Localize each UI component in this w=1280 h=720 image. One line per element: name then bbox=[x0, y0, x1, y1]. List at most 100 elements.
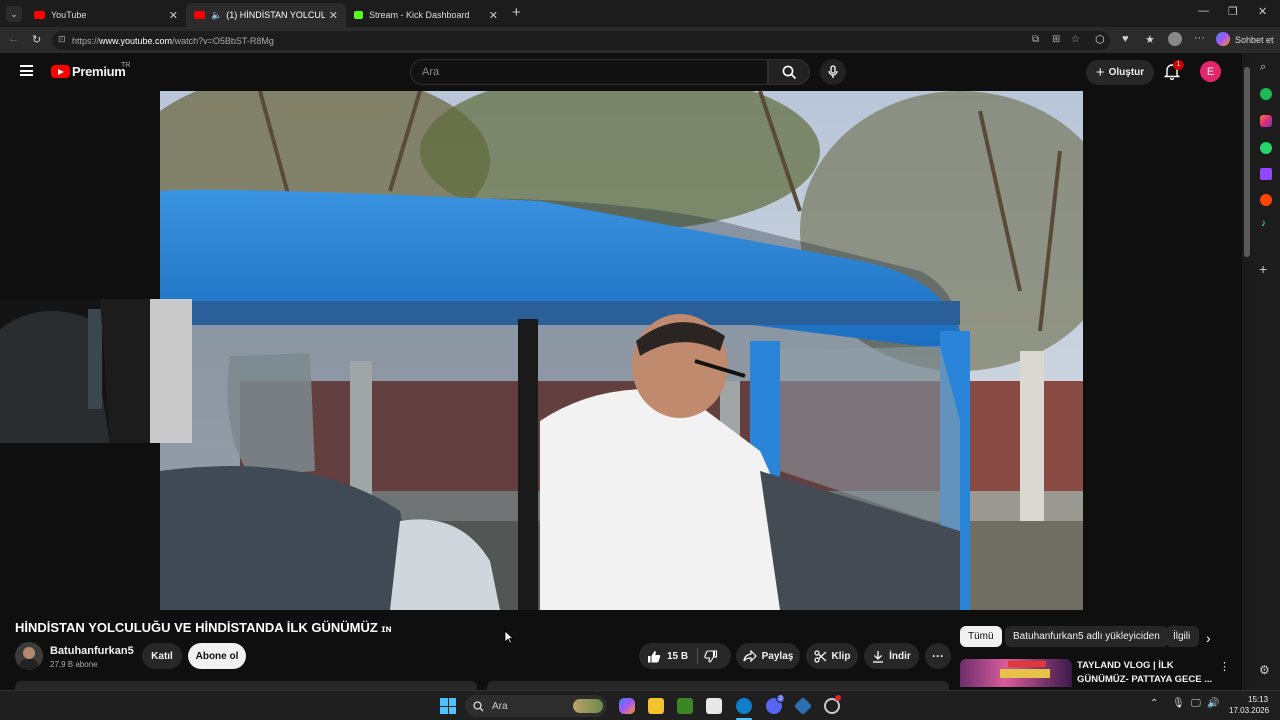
page-scrollbar[interactable] bbox=[1242, 53, 1252, 690]
chip-all[interactable]: Tümü bbox=[960, 626, 1002, 647]
chip-from-uploader[interactable]: Batuhanfurkan5 adlı yükleyiciden bbox=[1005, 626, 1168, 647]
subscribe-button[interactable]: Abone ol bbox=[188, 643, 246, 669]
youtube-premium-logo-text[interactable]: Premium bbox=[72, 64, 126, 79]
minecraft-icon[interactable] bbox=[677, 698, 693, 714]
new-tab-plus-icon[interactable]: + bbox=[512, 4, 521, 21]
reddit-icon[interactable] bbox=[1260, 194, 1272, 206]
twitch-icon[interactable] bbox=[1260, 168, 1272, 180]
speaker-icon[interactable]: 🔈 bbox=[211, 10, 222, 21]
hamburger-menu-icon[interactable] bbox=[20, 65, 33, 76]
close-tab-icon[interactable]: ✕ bbox=[169, 9, 178, 22]
channel-avatar[interactable] bbox=[15, 642, 43, 670]
like-button[interactable]: 15 B bbox=[647, 650, 688, 663]
comments-box[interactable] bbox=[487, 681, 949, 690]
url-field[interactable]: ⊡ https://www.youtube.com/watch?v=O5BbST… bbox=[52, 31, 1110, 50]
close-window-icon[interactable]: ✕ bbox=[1258, 5, 1267, 18]
avatar-letter: E bbox=[1206, 65, 1215, 78]
more-actions-button[interactable]: ··· bbox=[925, 643, 951, 669]
spotify-icon[interactable] bbox=[1260, 88, 1272, 100]
mouse-cursor-icon bbox=[504, 630, 514, 644]
share-button[interactable]: Paylaş bbox=[736, 643, 800, 669]
apps-icon[interactable]: ⊞ bbox=[1052, 34, 1060, 45]
reload-icon[interactable]: ↻ bbox=[32, 33, 41, 46]
tray-network-icon[interactable]: 🖵 bbox=[1191, 698, 1201, 709]
restore-icon[interactable]: ❐ bbox=[1228, 5, 1238, 18]
clock-time[interactable]: 15:13 bbox=[1248, 695, 1268, 704]
whatsapp-icon[interactable] bbox=[1260, 142, 1272, 154]
tab-kick-dashboard[interactable]: Stream - Kick Dashboard ✕ bbox=[346, 3, 506, 27]
clock-date[interactable]: 17.03.2026 bbox=[1229, 706, 1269, 715]
video-player[interactable] bbox=[160, 91, 1083, 610]
performance-icon[interactable]: ♥ bbox=[1122, 33, 1129, 45]
search-input[interactable]: Ara bbox=[410, 59, 768, 85]
more-options-icon[interactable]: ··· bbox=[1194, 32, 1205, 44]
tray-mic-icon[interactable]: 🎙 bbox=[1172, 698, 1185, 709]
tray-expand-chevron-icon[interactable]: ⌃ bbox=[1150, 698, 1158, 709]
tray-volume-icon[interactable]: 🔊 bbox=[1207, 698, 1219, 709]
instagram-icon[interactable] bbox=[1260, 115, 1272, 127]
file-explorer-icon[interactable] bbox=[648, 698, 664, 714]
tab-label: YouTube bbox=[51, 10, 87, 20]
description-box[interactable] bbox=[15, 681, 477, 690]
app-diamond-icon[interactable] bbox=[793, 696, 813, 716]
share-arrow-icon bbox=[743, 650, 757, 662]
tiktok-icon[interactable]: ♪ bbox=[1261, 218, 1266, 229]
search-icon bbox=[782, 65, 796, 79]
close-tab-icon[interactable]: ✕ bbox=[329, 9, 338, 22]
sidebar-settings-gear-icon[interactable]: ⚙ bbox=[1259, 663, 1270, 677]
microsoft-store-icon[interactable] bbox=[706, 698, 722, 714]
favorite-star-icon[interactable]: ☆ bbox=[1071, 34, 1080, 45]
add-sidebar-app-icon[interactable]: + bbox=[1259, 261, 1267, 277]
search-highlight-icon bbox=[573, 699, 603, 713]
account-avatar[interactable]: E bbox=[1200, 61, 1221, 82]
translate-icon[interactable]: ⧉ bbox=[1032, 34, 1039, 45]
search-button[interactable] bbox=[768, 59, 810, 85]
recommended-title-line1[interactable]: TAYLAND VLOG | İLK bbox=[1077, 660, 1174, 671]
copilot-label[interactable]: Sohbet et bbox=[1235, 35, 1274, 45]
like-count: 15 B bbox=[667, 650, 689, 662]
edge-taskbar-icon[interactable] bbox=[736, 698, 752, 714]
youtube-logo-icon[interactable] bbox=[51, 65, 70, 78]
video-title: HİNDİSTAN YOLCULUĞU VE HİNDİSTANDA İLK G… bbox=[15, 620, 392, 635]
download-button[interactable]: İndir bbox=[864, 643, 919, 669]
tab-label: Stream - Kick Dashboard bbox=[369, 10, 470, 20]
channel-name[interactable]: Batuhanfurkan5 bbox=[50, 645, 134, 657]
voice-search-button[interactable] bbox=[820, 59, 846, 85]
thumbs-up-icon bbox=[648, 650, 661, 662]
scrollbar-thumb[interactable] bbox=[1244, 67, 1250, 257]
windows-start-icon[interactable] bbox=[440, 698, 456, 714]
clip-button[interactable]: Klip bbox=[806, 643, 858, 669]
extensions-icon[interactable]: ⬡ bbox=[1095, 33, 1105, 46]
sidebar-search-icon[interactable]: ⌕ bbox=[1260, 61, 1266, 74]
copilot-taskbar-icon[interactable] bbox=[619, 698, 635, 714]
tab-video-active[interactable]: 🔈 (1) HİNDİSTAN YOLCULUĞU VE ✕ bbox=[186, 3, 346, 27]
chip-related[interactable]: İlgili bbox=[1165, 626, 1199, 647]
minimize-icon[interactable]: — bbox=[1198, 5, 1209, 17]
site-info-icon[interactable]: ⊡ bbox=[58, 34, 66, 45]
join-button[interactable]: Katıl bbox=[142, 643, 182, 669]
copilot-icon[interactable] bbox=[1216, 32, 1230, 46]
recommended-title-line2[interactable]: GÜNÜMÜZ- PATTAYA GECE ... bbox=[1077, 674, 1212, 685]
thumbs-down-icon[interactable] bbox=[704, 650, 718, 663]
recommended-video-thumbnail[interactable] bbox=[960, 659, 1072, 687]
address-bar-row: ← ↻ ⊡ https://www.youtube.com/watch?v=O5… bbox=[0, 27, 1280, 53]
chip-label: Tümü bbox=[968, 631, 994, 642]
subscriber-count: 27,9 B abone bbox=[50, 660, 98, 669]
back-arrow-icon[interactable]: ← bbox=[8, 33, 19, 45]
tab-youtube[interactable]: YouTube ✕ bbox=[26, 3, 186, 27]
close-tab-icon[interactable]: ✕ bbox=[489, 9, 498, 22]
create-button[interactable]: + Oluştur bbox=[1086, 60, 1154, 85]
taskbar-search-placeholder: Ara bbox=[492, 700, 508, 712]
profile-avatar[interactable] bbox=[1168, 32, 1182, 46]
taskbar-search-box[interactable]: Ara bbox=[465, 695, 607, 717]
url-prefix: https:// bbox=[72, 35, 100, 46]
favorites-icon[interactable]: ★ bbox=[1145, 33, 1155, 46]
notifications-button[interactable]: 1 bbox=[1163, 60, 1184, 85]
subscribe-label: Abone ol bbox=[195, 650, 239, 662]
create-label: Oluştur bbox=[1108, 67, 1145, 78]
recommended-more-icon[interactable]: ⋮ bbox=[1219, 660, 1230, 673]
notification-badge: 1 bbox=[1173, 60, 1184, 70]
share-label: Paylaş bbox=[761, 650, 794, 662]
tab-list-chevron-icon[interactable]: ⌄ bbox=[6, 6, 22, 22]
chips-next-chevron-icon[interactable]: › bbox=[1206, 630, 1211, 646]
